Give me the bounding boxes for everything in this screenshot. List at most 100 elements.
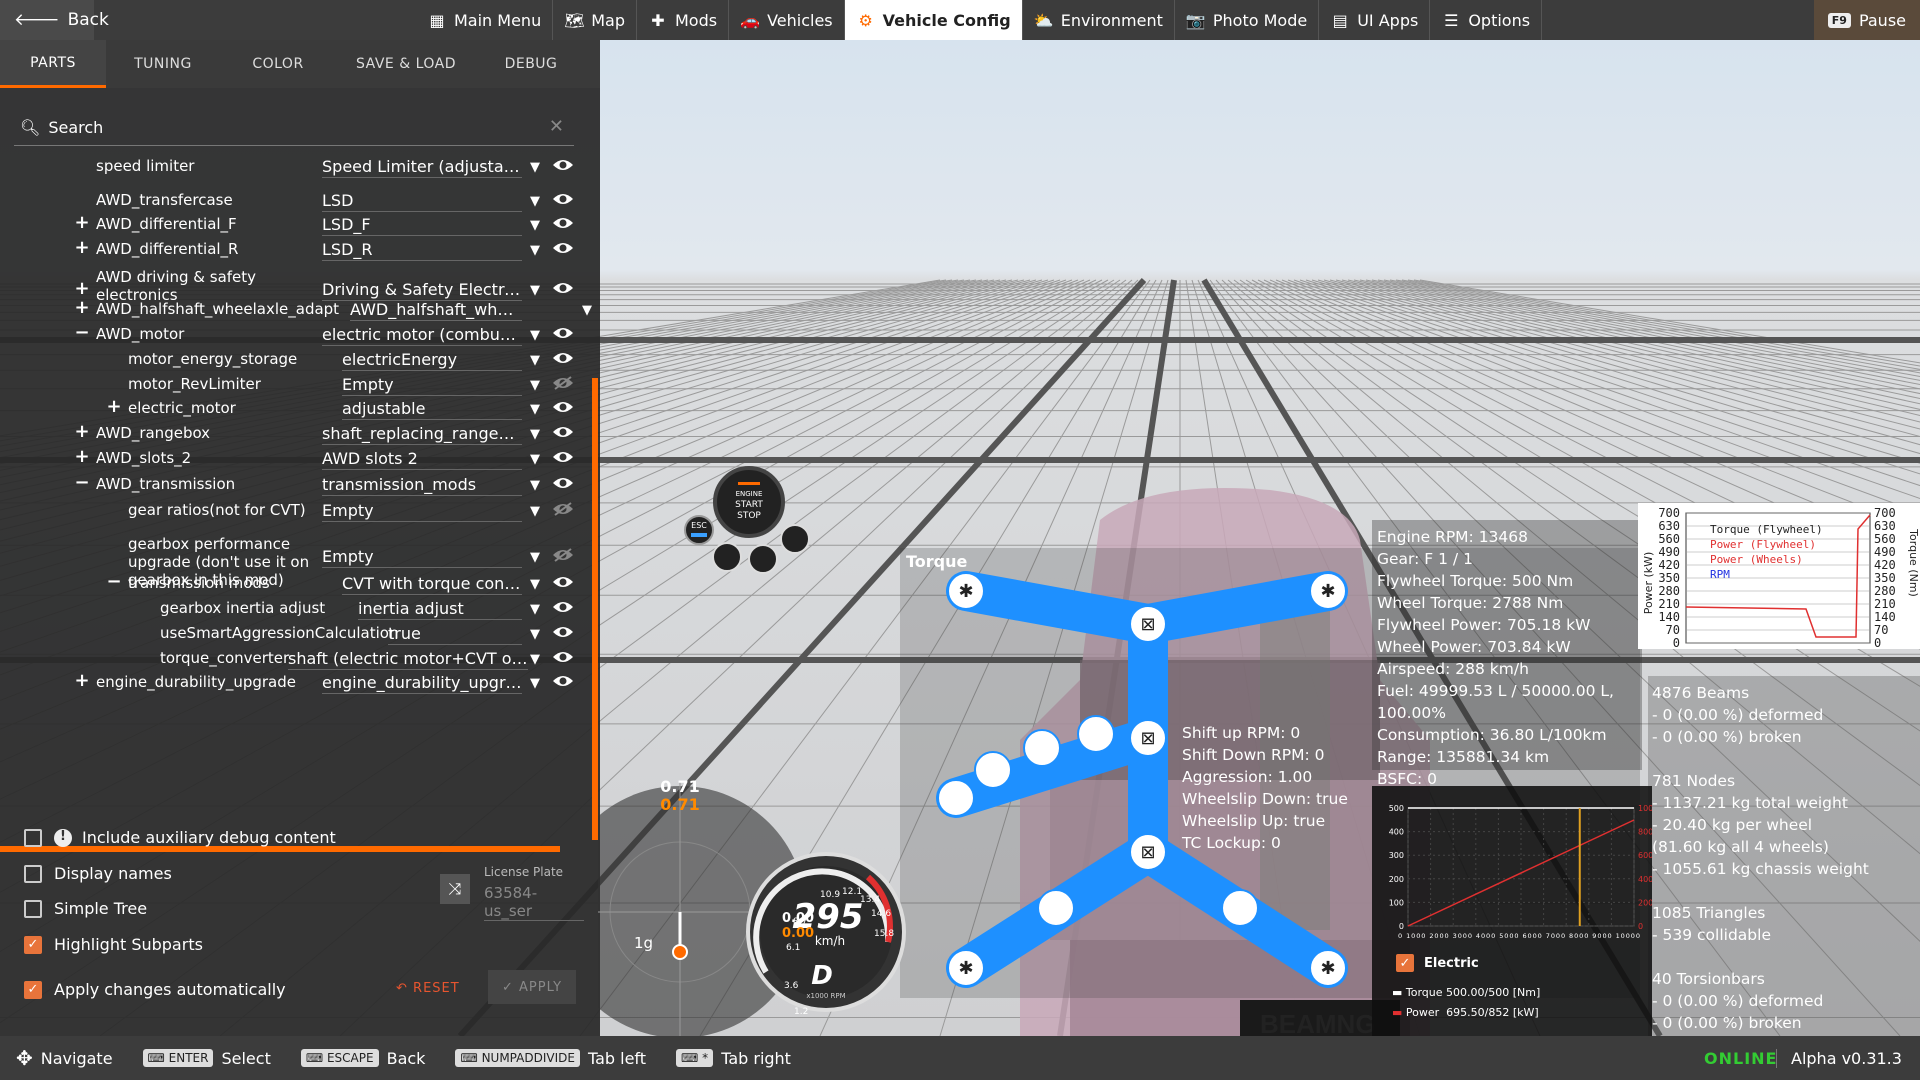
expand-icon[interactable]: + (74, 421, 90, 442)
part-select[interactable]: engine_durability_upgra... (322, 673, 522, 694)
chevron-down-icon[interactable]: ▼ (530, 218, 540, 233)
tree-row[interactable]: + AWD_rangebox shaft_replacing_rangeb... ▼ (0, 421, 580, 445)
nav-vehicles[interactable]: 🚗 Vehicles (729, 0, 845, 40)
clear-icon[interactable]: ✕ (549, 116, 564, 137)
tree-row[interactable]: gearbox inertia adjust inertia adjust ▼ (0, 596, 580, 620)
tree-row[interactable]: AWD_transfercase LSD ▼ (0, 188, 580, 212)
eye-off-icon[interactable] (552, 376, 574, 390)
part-select[interactable]: shaft (electric motor+CVT only) (288, 649, 528, 670)
diff-lock-icon[interactable] (780, 524, 810, 554)
part-select[interactable]: Empty (322, 501, 522, 522)
part-select[interactable]: AWD slots 2 (322, 449, 522, 470)
chevron-down-icon[interactable]: ▼ (530, 328, 540, 343)
expand-icon[interactable]: + (106, 396, 122, 417)
part-select[interactable]: Empty (322, 547, 522, 568)
pause-button[interactable]: F9 Pause (1813, 0, 1920, 40)
nav-ui-apps[interactable]: ▤ UI Apps (1319, 0, 1431, 40)
tree-scrollbar[interactable] (592, 378, 598, 840)
option-highlight-subparts[interactable]: ✓ Highlight Subparts (24, 935, 203, 954)
checkbox[interactable] (24, 899, 42, 918)
eye-icon[interactable] (552, 425, 574, 439)
nav-options[interactable]: ☰ Options (1430, 0, 1543, 40)
reset-button[interactable]: ↶ RESET (396, 981, 460, 996)
expand-icon[interactable]: + (74, 670, 90, 691)
nav-photo-mode[interactable]: 📷 Photo Mode (1175, 0, 1320, 40)
part-select[interactable]: LSD_F (322, 215, 522, 236)
eye-icon[interactable] (552, 351, 574, 365)
tree-row[interactable]: + engine_durability_upgrade engine_durabil… (0, 670, 580, 694)
chevron-down-icon[interactable]: ▼ (530, 676, 540, 691)
part-select[interactable]: shaft_replacing_rangeb... (322, 424, 522, 445)
tree-row[interactable]: gear ratios(not for CVT) Empty ▼ (0, 498, 580, 522)
nav-vehicle-config[interactable]: ⚙ Vehicle Config (844, 0, 1023, 40)
option-include-auxiliary-debug-content[interactable]: ! Include auxiliary debug content (24, 828, 336, 847)
tree-row[interactable]: motor_RevLimiter Empty ▼ (0, 372, 580, 396)
expand-icon[interactable]: + (74, 297, 90, 318)
eye-icon[interactable] (552, 450, 574, 464)
chevron-down-icon[interactable]: ▼ (530, 627, 540, 642)
part-select[interactable]: LSD (322, 191, 522, 212)
chevron-down-icon[interactable]: ▼ (530, 427, 540, 442)
part-select[interactable]: true (388, 624, 522, 645)
nav-environment[interactable]: ⛅ Environment (1023, 0, 1175, 40)
chevron-down-icon[interactable]: ▼ (530, 402, 540, 417)
tree-row[interactable]: + AWD_halfshaft_wheelaxle_adapt AWD_halfsh… (0, 297, 592, 321)
tree-row[interactable]: + AWD_differential_R LSD_R ▼ (0, 237, 580, 261)
apply-button[interactable]: ✓ APPLY (488, 970, 576, 1004)
tree-row[interactable]: + AWD_differential_F LSD_F ▼ (0, 212, 580, 236)
expand-icon[interactable]: + (74, 237, 90, 258)
electric-checkbox[interactable]: ✓ (1396, 954, 1414, 972)
tree-row[interactable]: − AWD_motor electric motor (combust... ▼ (0, 322, 580, 346)
eye-icon[interactable] (552, 575, 574, 589)
part-select[interactable]: Speed Limiter (adjustable) (322, 158, 522, 178)
tree-row[interactable]: + electric_motor adjustable ▼ (0, 396, 580, 420)
tree-row[interactable]: − AWD_transmission transmission_mods ▼ (0, 472, 580, 496)
part-select[interactable]: electricEnergy (342, 350, 522, 371)
chevron-down-icon[interactable]: ▼ (530, 194, 540, 209)
eye-icon[interactable] (552, 216, 574, 230)
tree-row[interactable]: speed limiter Speed Limiter (adjustable) ▼ (0, 158, 580, 178)
eye-icon[interactable] (552, 600, 574, 614)
eye-icon[interactable] (552, 192, 574, 206)
eye-icon[interactable] (552, 476, 574, 490)
part-select[interactable]: electric motor (combust... (322, 325, 522, 346)
chevron-down-icon[interactable]: ▼ (530, 452, 540, 467)
search-input[interactable]: 🔍︎ Search ✕ (14, 110, 574, 146)
part-select[interactable]: AWD_halfshaft_wheelaxle_... (350, 300, 522, 321)
chevron-down-icon[interactable]: ▼ (530, 160, 540, 175)
shuffle-plate-button[interactable]: ⤨ (440, 874, 470, 904)
tree-row[interactable]: useSmartAggressionCalculation true ▼ (0, 621, 580, 645)
eye-off-icon[interactable] (552, 502, 574, 516)
tab-color[interactable]: COLOR (220, 40, 336, 88)
part-select[interactable]: inertia adjust (358, 599, 522, 620)
nav-map[interactable]: 🗺 Map (553, 0, 637, 40)
tab-parts[interactable]: PARTS (0, 40, 106, 88)
eye-off-icon[interactable] (552, 548, 574, 562)
chevron-down-icon[interactable]: ▼ (530, 504, 540, 519)
checkbox[interactable] (24, 828, 42, 847)
collapse-icon[interactable]: − (74, 322, 90, 343)
chevron-down-icon[interactable]: ▼ (530, 243, 540, 258)
diff-lock-icon[interactable] (712, 542, 742, 572)
chevron-down-icon[interactable]: ▼ (530, 378, 540, 393)
tree-row[interactable]: torque_converter shaft (electric motor+CV… (0, 646, 580, 670)
expand-icon[interactable]: + (74, 446, 90, 467)
option-display-names[interactable]: Display names (24, 864, 172, 883)
tab-save-load[interactable]: SAVE & LOAD (336, 40, 476, 88)
eye-icon[interactable] (552, 650, 574, 664)
chevron-down-icon[interactable]: ▼ (530, 478, 540, 493)
chevron-down-icon[interactable]: ▼ (530, 577, 540, 592)
part-select[interactable]: transmission_mods (322, 475, 522, 496)
collapse-icon[interactable]: − (106, 571, 122, 592)
eye-icon[interactable] (552, 241, 574, 255)
eye-icon[interactable] (552, 158, 574, 172)
license-plate-input[interactable]: 63584-us_ser (484, 884, 584, 921)
nav-main-menu[interactable]: ▦ Main Menu (416, 0, 554, 40)
tree-row[interactable]: − transmission mods CVT with torque conv..… (0, 571, 580, 595)
eye-icon[interactable] (552, 326, 574, 340)
diff-lock-icon[interactable] (748, 544, 778, 574)
collapse-icon[interactable]: − (74, 472, 90, 493)
tree-row[interactable]: + AWD_slots_2 AWD slots 2 ▼ (0, 446, 580, 470)
chevron-down-icon[interactable]: ▼ (530, 353, 540, 368)
eye-icon[interactable] (552, 625, 574, 639)
